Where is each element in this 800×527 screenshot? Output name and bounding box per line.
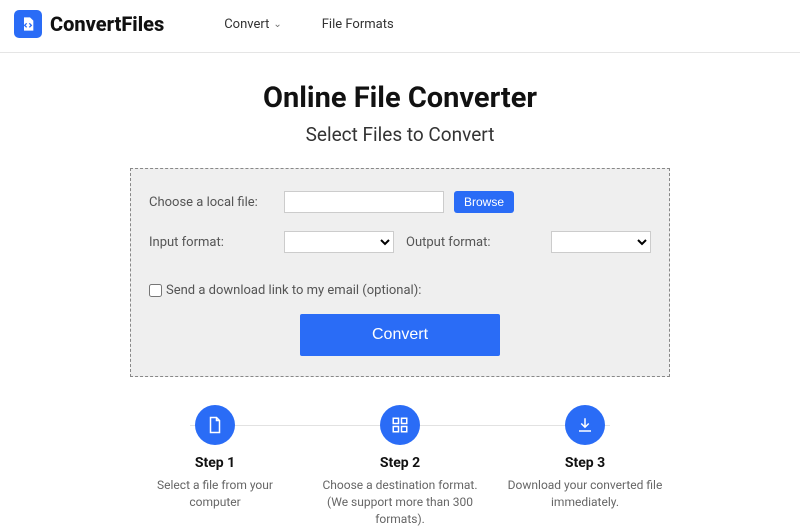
nav-file-formats[interactable]: File Formats: [322, 17, 394, 32]
chevron-down-icon: ⌄: [273, 19, 281, 30]
grid-icon: [380, 405, 420, 445]
input-format-label: Input format:: [149, 235, 274, 250]
header: ConvertFiles Convert ⌄ File Formats: [0, 0, 800, 53]
step-3-desc: Download your converted file immediately…: [500, 477, 670, 511]
logo-icon: [14, 10, 42, 38]
nav-formats-label: File Formats: [322, 17, 394, 32]
choose-file-row: Choose a local file: Browse: [149, 191, 651, 213]
step-2-title: Step 2: [315, 455, 485, 471]
brand-name: ConvertFiles: [50, 12, 164, 36]
step-1: Step 1 Select a file from your computer: [130, 405, 300, 527]
page-subtitle: Select Files to Convert: [0, 123, 800, 146]
email-checkbox-row[interactable]: Send a download link to my email (option…: [149, 283, 651, 298]
step-3: Step 3 Download your converted file imme…: [500, 405, 670, 527]
nav-convert[interactable]: Convert ⌄: [224, 17, 282, 32]
browse-button[interactable]: Browse: [454, 191, 514, 213]
step-2-desc: Choose a destination format. (We support…: [315, 477, 485, 527]
step-1-title: Step 1: [130, 455, 300, 471]
file-input[interactable]: [284, 191, 444, 213]
main: Online File Converter Select Files to Co…: [0, 53, 800, 527]
nav-convert-label: Convert: [224, 17, 269, 32]
step-2: Step 2 Choose a destination format. (We …: [315, 405, 485, 527]
step-3-title: Step 3: [500, 455, 670, 471]
convert-button[interactable]: Convert: [300, 314, 500, 356]
step-1-desc: Select a file from your computer: [130, 477, 300, 511]
email-checkbox-label: Send a download link to my email (option…: [166, 283, 421, 298]
top-nav: Convert ⌄ File Formats: [224, 17, 393, 32]
choose-file-label: Choose a local file:: [149, 195, 274, 210]
email-checkbox[interactable]: [149, 284, 162, 297]
output-format-label: Output format:: [406, 235, 491, 250]
convert-panel: Choose a local file: Browse Input format…: [130, 168, 670, 377]
file-icon: [195, 405, 235, 445]
download-icon: [565, 405, 605, 445]
logo[interactable]: ConvertFiles: [14, 10, 164, 38]
output-format-select[interactable]: [551, 231, 651, 253]
format-row: Input format: Output format:: [149, 231, 651, 253]
steps: Step 1 Select a file from your computer …: [130, 405, 670, 527]
input-format-select[interactable]: [284, 231, 394, 253]
page-title: Online File Converter: [0, 81, 800, 115]
